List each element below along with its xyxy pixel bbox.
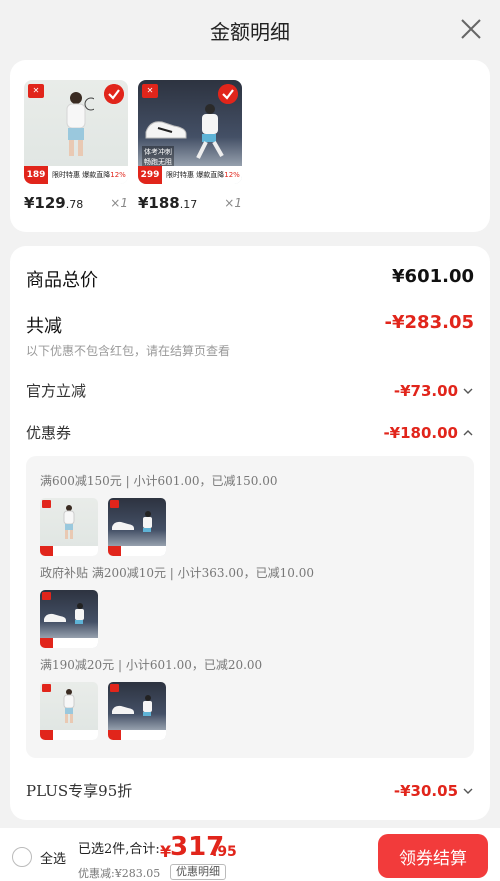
product-price: ¥129.78 xyxy=(24,194,84,212)
coupon-rule-line: 满600减150元 | 小计601.00，已减150.00 xyxy=(40,474,278,488)
official-discount-label: 官方立减 xyxy=(26,382,87,400)
coupon-rule-line: 满190减20元 | 小计601.00，已减20.00 xyxy=(40,658,263,672)
product-thumbnail[interactable]: ✕ 体考冲刺 畅跑无阻 299 限时特惠 爆款直降12% xyxy=(138,80,242,184)
promo-price-tag: 189 xyxy=(24,166,48,184)
plus-discount-label: PLUS专享95折 xyxy=(26,782,133,800)
product-item[interactable]: ✕ 189 限时特惠 爆款直降12% ¥129.78 ×1 xyxy=(24,80,128,212)
product-item[interactable]: ✕ 体考冲刺 畅跑无阻 299 限时特惠 爆款直降12% ¥188.17 ×1 xyxy=(138,80,242,212)
brand-logo: ✕ xyxy=(28,84,44,98)
selection-summary: 已选2件,合计: xyxy=(78,842,160,857)
total-price-label: 商品总价 xyxy=(26,270,98,291)
close-icon[interactable] xyxy=(458,16,484,42)
total-price-row: 商品总价 ¥601.00 xyxy=(26,266,474,292)
product-slogan: 体考冲刺 畅跑无阻 xyxy=(142,146,174,168)
chevron-up-icon[interactable] xyxy=(462,427,474,439)
chevron-down-icon[interactable] xyxy=(462,385,474,397)
page-title: 金额明细 xyxy=(210,20,290,44)
official-discount-row[interactable]: 官方立减 -¥73.00 xyxy=(26,380,474,402)
shoe-image xyxy=(145,121,187,139)
coupon-product-thumbnail xyxy=(40,590,98,648)
brand-logo: ✕ xyxy=(142,84,158,98)
discount-value: -¥283.05 xyxy=(384,312,474,333)
selected-products-card: ✕ 189 限时特惠 爆款直降12% ¥129.78 ×1 ✕ 体考冲刺 畅跑无… xyxy=(10,60,490,232)
plus-discount-row[interactable]: PLUS专享95折 -¥30.05 xyxy=(26,780,474,802)
coupon-rule-line: 政府补贴 满200减10元 | 小计363.00，已减10.00 xyxy=(40,566,315,580)
total-amount-decimal: .95 xyxy=(212,844,237,860)
coupon-product-thumbnail xyxy=(40,498,98,556)
product-price: ¥188.17 xyxy=(138,194,198,212)
promo-strip: 299 限时特惠 爆款直降12% xyxy=(138,166,242,184)
discount-note: 以下优惠不包含红包，请在结算页查看 xyxy=(26,344,231,358)
discount-row: 共减 -¥283.05 以下优惠不包含红包，请在结算页查看 xyxy=(26,312,474,362)
product-quantity: ×1 xyxy=(224,196,242,210)
promo-text: 限时特惠 爆款直降12% xyxy=(52,171,126,179)
select-all-radio[interactable] xyxy=(12,847,32,867)
coupon-value: -¥180.00 xyxy=(383,424,458,442)
product-thumbnail[interactable]: ✕ 189 限时特惠 爆款直降12% xyxy=(24,80,128,184)
official-discount-value: -¥73.00 xyxy=(393,382,458,400)
coupon-label: 优惠券 xyxy=(26,424,72,442)
checkout-bar: 全选 已选2件,合计: ¥ 317 .95 优惠减:¥283.05 优惠明细 领… xyxy=(0,828,500,881)
discount-detail-button[interactable]: 优惠明细 xyxy=(170,864,226,880)
chevron-down-icon[interactable] xyxy=(462,785,474,797)
discount-summary: 优惠减:¥283.05 xyxy=(78,867,161,880)
coupon-detail-panel: 满600减150元 | 小计601.00，已减150.00 政府补贴 满200减… xyxy=(26,456,474,758)
promo-price-tag: 299 xyxy=(138,166,162,184)
checkout-button[interactable]: 领券结算 xyxy=(378,834,488,878)
plus-discount-value: -¥30.05 xyxy=(393,782,458,800)
product-quantity: ×1 xyxy=(110,196,128,210)
coupon-product-thumbnail xyxy=(108,682,166,740)
promo-text: 限时特惠 爆款直降12% xyxy=(166,171,240,179)
checkmark-icon[interactable] xyxy=(218,84,238,104)
checkmark-icon[interactable] xyxy=(104,84,124,104)
header: 金额明细 xyxy=(0,0,500,60)
promo-strip: 189 限时特惠 爆款直降12% xyxy=(24,166,128,184)
runner-image xyxy=(196,104,224,159)
select-all-label[interactable]: 全选 xyxy=(40,848,66,867)
model-image xyxy=(66,92,94,156)
price-detail-card: 商品总价 ¥601.00 共减 -¥283.05 以下优惠不包含红包，请在结算页… xyxy=(10,246,490,820)
coupon-product-thumbnail xyxy=(40,682,98,740)
coupon-product-thumbnail xyxy=(108,498,166,556)
coupon-row[interactable]: 优惠券 -¥180.00 xyxy=(26,422,474,444)
total-price-value: ¥601.00 xyxy=(392,266,474,287)
